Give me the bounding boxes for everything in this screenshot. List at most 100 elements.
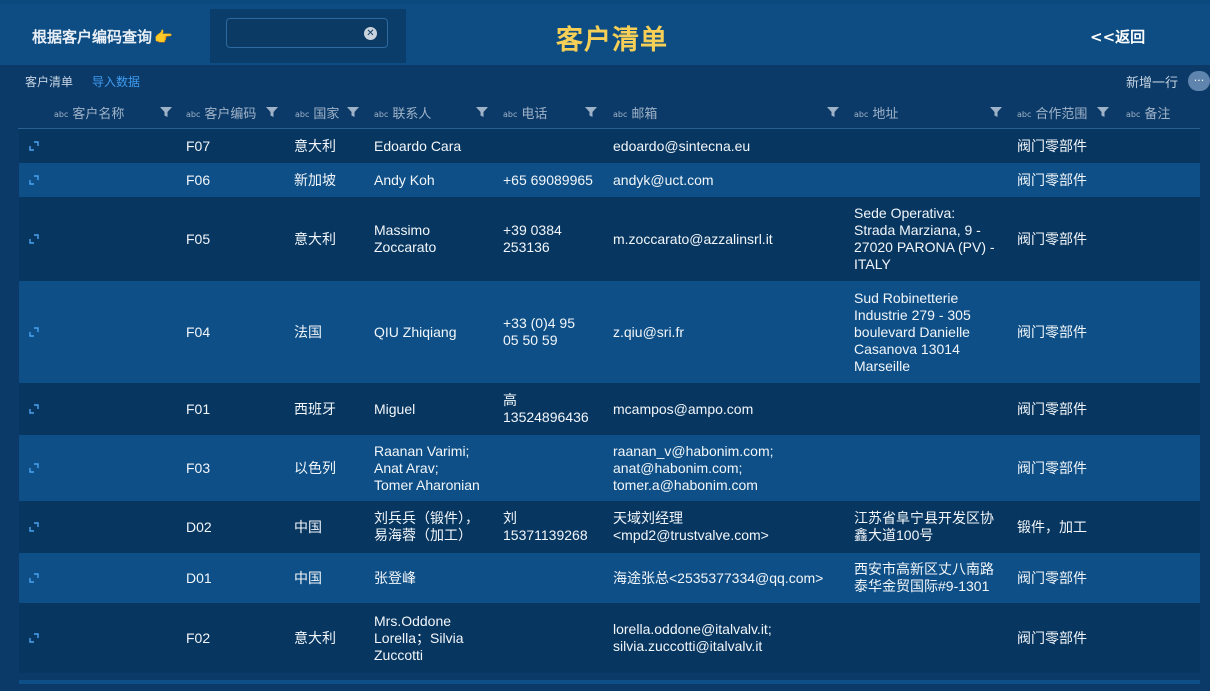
filter-icon[interactable] [266, 106, 278, 118]
expand-icon[interactable] [29, 327, 39, 337]
phone-cell: 刘 15371139268 [503, 510, 588, 543]
table-row[interactable]: D01 中国 张登峰 海途张总<2535377334@qq.com> 西安市高新区丈八南… [19, 553, 1200, 603]
column-header[interactable]: abc 国家 [295, 103, 339, 122]
expand-icon[interactable] [29, 175, 39, 185]
contact-cell: Edoardo Cara [374, 138, 462, 154]
column-header-label: 电话 [521, 107, 548, 122]
clear-icon[interactable]: ✕ [364, 27, 377, 40]
contact-cell: 张登峰 [374, 570, 416, 586]
pointing-hand-icon: 👉 [154, 28, 173, 46]
contact-cell: Andy Koh [374, 172, 435, 188]
column-header[interactable]: abc 联系人 [374, 103, 431, 122]
column-header[interactable]: abc 备注 [1126, 103, 1170, 122]
country-cell: 法国 [294, 324, 322, 340]
column-header-label: 客户编码 [204, 107, 257, 122]
contact-cell: Raanan Varimi; Anat Arav; Tomer Aharonia… [374, 443, 480, 493]
country-cell: 意大利 [294, 138, 336, 154]
column-header[interactable]: abc 地址 [854, 103, 898, 122]
bottom-strip [0, 680, 1210, 691]
query-label: 根据客户编码查询 👉 [32, 26, 173, 47]
toolbar: 客户清单 导入数据 新增一行 [0, 65, 1210, 95]
email-cell: z.qiu@sri.fr [613, 324, 684, 340]
filter-icon[interactable] [990, 106, 1002, 118]
expand-icon[interactable] [29, 234, 39, 244]
tab-import-data[interactable]: 导入数据 [92, 73, 140, 90]
column-header-label: 合作范围 [1035, 107, 1088, 122]
table-row[interactable]: F05 意大利 Massimo Zoccarato +39 0384 253136 m.… [19, 197, 1200, 281]
country-cell: 中国 [294, 519, 322, 535]
add-row-button[interactable]: 新增一行 [1126, 72, 1178, 91]
column-header[interactable]: abc 合作范围 [1017, 103, 1087, 122]
email-cell: 天域刘经理 <mpd2@trustvalve.com> [613, 510, 769, 543]
customer-code-cell: F07 [186, 138, 211, 154]
page-title: 客户清单 [556, 25, 668, 56]
customer-code-cell: F03 [186, 460, 211, 476]
table-row[interactable]: D02 中国 刘兵兵（锻件）， 易海蓉（加工） 刘 15371139268 天域刘经理 … [19, 501, 1200, 553]
address-cell: 江苏省阜宁县开发区协 鑫大道100号 [854, 510, 994, 543]
table-row[interactable]: F07 意大利 Edoardo Cara edoardo@sintecna.eu 阀门零… [19, 129, 1200, 163]
column-header[interactable]: abc 电话 [503, 103, 547, 122]
text-type-icon: abc [503, 110, 518, 119]
country-cell: 意大利 [294, 231, 336, 247]
table-row[interactable]: F01 西班牙 Miguel 高 13524896436 mcampos@ampo.co… [19, 383, 1200, 435]
scope-cell: 阀门零部件 [1017, 172, 1087, 188]
address-cell: Sede Operativa: Strada Marziana, 9 - 270… [854, 205, 995, 272]
back-button[interactable]: <<返回 [1090, 26, 1145, 47]
tab-customer-list[interactable]: 客户清单 [25, 73, 73, 90]
email-cell: 海途张总<2535377334@qq.com> [613, 570, 824, 586]
table-row[interactable]: F04 法国 QIU Zhiqiang +33 (0)4 95 05 50 59 z.q… [19, 281, 1200, 383]
filter-icon[interactable] [347, 106, 359, 118]
page-header: 根据客户编码查询 👉 ✕ 客户清单 <<返回 [0, 4, 1210, 65]
phone-cell: +65 69089965 [503, 172, 593, 188]
contact-cell: 刘兵兵（锻件）， 易海蓉（加工） [374, 510, 479, 543]
text-type-icon: abc [186, 110, 201, 119]
phone-cell: +33 (0)4 95 05 50 59 [503, 315, 575, 348]
next-row-edge [19, 680, 1200, 684]
text-type-icon: abc [613, 110, 628, 119]
phone-cell: +39 0384 253136 [503, 222, 562, 255]
email-cell: edoardo@sintecna.eu [613, 138, 751, 154]
email-cell: mcampos@ampo.com [613, 401, 754, 417]
search-panel: ✕ [210, 9, 406, 63]
table-row[interactable]: F06 新加坡 Andy Koh +65 69089965 andyk@uct.com 阀… [19, 163, 1200, 197]
text-type-icon: abc [295, 110, 310, 119]
filter-icon[interactable] [1097, 106, 1109, 118]
expand-icon[interactable] [29, 573, 39, 583]
scope-cell: 阀门零部件 [1017, 630, 1087, 646]
scope-cell: 阀门零部件 [1017, 138, 1087, 154]
expand-icon[interactable] [29, 633, 39, 643]
scope-cell: 阀门零部件 [1017, 231, 1087, 247]
query-label-text: 根据客户编码查询 [32, 28, 153, 46]
column-header-label: 邮箱 [631, 107, 658, 122]
country-cell: 中国 [294, 570, 322, 586]
scope-cell: 阀门零部件 [1017, 324, 1087, 340]
filter-icon[interactable] [585, 106, 597, 118]
customer-code-cell: F01 [186, 401, 211, 417]
table-row[interactable]: F02 意大利 Mrs.Oddone Lorella；Silvia Zuccotti… [19, 603, 1200, 673]
customer-code-cell: F02 [186, 630, 211, 646]
filter-icon[interactable] [476, 106, 488, 118]
filter-icon[interactable] [827, 106, 839, 118]
address-cell: Sud Robinetterie Industrie 279 - 305 bou… [854, 290, 971, 374]
column-header[interactable]: abc 客户名称 [54, 103, 124, 122]
table-row[interactable]: F03 以色列 Raanan Varimi; Anat Arav; Tomer Ah… [19, 435, 1200, 501]
expand-icon[interactable] [29, 463, 39, 473]
country-cell: 西班牙 [294, 401, 336, 417]
expand-icon[interactable] [29, 522, 39, 532]
column-header[interactable]: abc 邮箱 [613, 103, 657, 122]
column-header-label: 国家 [313, 107, 340, 122]
column-header-label: 客户名称 [72, 107, 125, 122]
contact-cell: Miguel [374, 401, 416, 417]
text-type-icon: abc [54, 110, 69, 119]
expand-icon[interactable] [29, 404, 39, 414]
scope-cell: 阀门零部件 [1017, 460, 1087, 476]
column-header[interactable]: abc 客户编码 [186, 103, 256, 122]
scope-cell: 阀门零部件 [1017, 401, 1087, 417]
more-icon[interactable]: ··· [1188, 71, 1210, 91]
customer-code-cell: F06 [186, 172, 211, 188]
country-cell: 意大利 [294, 630, 336, 646]
expand-icon[interactable] [29, 141, 39, 151]
email-cell: lorella.oddone@italvalv.it; silvia.zucco… [613, 621, 772, 654]
filter-icon[interactable] [160, 106, 172, 118]
email-cell: raanan_v@habonim.com; anat@habonim.com; … [613, 443, 774, 493]
